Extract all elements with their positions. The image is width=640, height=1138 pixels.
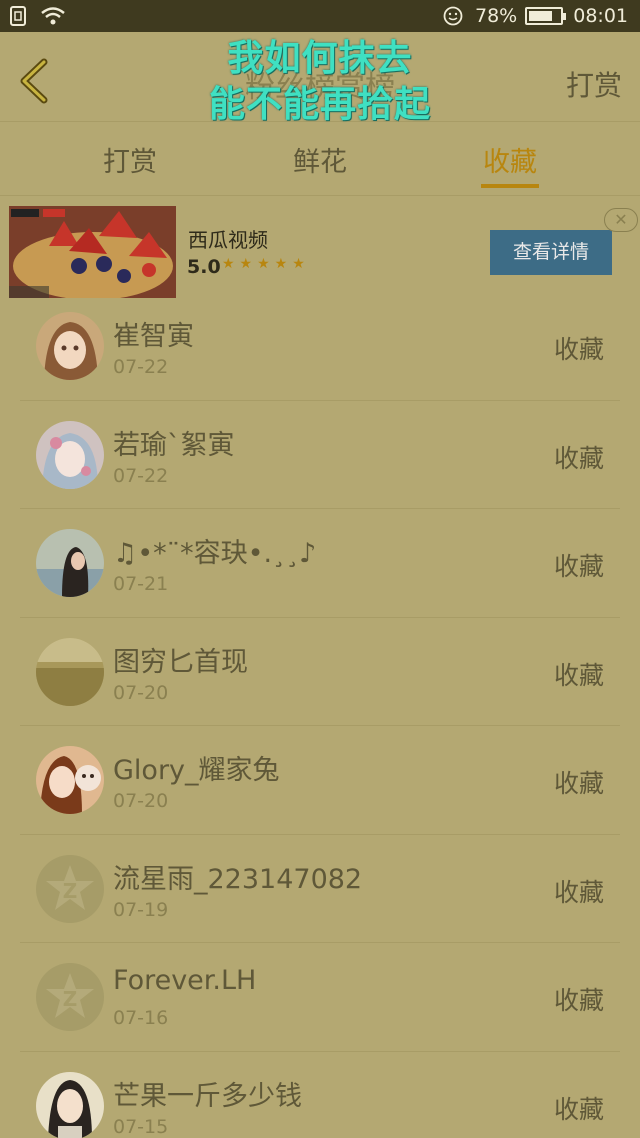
favorite-label: 收藏 xyxy=(553,769,604,798)
smiley-icon xyxy=(443,6,463,26)
battery-percent: 78% xyxy=(475,5,518,27)
list-item[interactable]: Z Forever.LH 07-16 收藏 xyxy=(20,943,620,1052)
default-avatar-icon: Z xyxy=(36,854,104,923)
user-name: 流星雨_223147082 xyxy=(113,863,363,895)
favorite-date: 07-21 xyxy=(113,573,169,595)
lyric-line-1: 我如何抹去 xyxy=(227,38,413,79)
tab-favorites[interactable]: 收藏 xyxy=(450,140,570,179)
user-name: 图穷匕首现 xyxy=(113,646,248,678)
favorites-list: 崔智寅 07-22 收藏 若瑜`絮寅 07-22 收藏 ♫•*¨*容玦•.¸¸♪… xyxy=(0,292,640,1138)
avatar xyxy=(36,529,104,597)
status-left xyxy=(10,6,66,26)
user-name: Glory_耀家兔 xyxy=(113,755,280,786)
tab-flowers[interactable]: 鲜花 xyxy=(260,140,380,179)
battery-icon xyxy=(525,7,567,25)
sim-icon xyxy=(10,6,26,26)
ad-title: 西瓜视频 xyxy=(188,228,268,252)
avatar xyxy=(36,1071,104,1138)
favorite-label: 收藏 xyxy=(553,1094,604,1124)
favorite-date: 07-19 xyxy=(113,898,169,921)
list-item[interactable]: 若瑜`絮寅 07-22 收藏 xyxy=(20,401,620,509)
favorite-date: 07-20 xyxy=(113,790,169,812)
ad-rating: 5.0 xyxy=(187,256,221,278)
user-name: Forever.LH xyxy=(113,965,257,996)
user-name: 芒果一斤多少钱 xyxy=(113,1080,302,1112)
tab-bar: 打赏 鲜花 收藏 xyxy=(0,122,640,196)
favorite-date: 07-20 xyxy=(113,681,169,704)
ad-details-button[interactable]: 查看详情 xyxy=(490,230,612,275)
wifi-icon xyxy=(41,7,65,25)
avatar xyxy=(36,420,104,489)
default-avatar-icon: Z xyxy=(36,963,104,1031)
favorite-label: 收藏 xyxy=(553,877,604,907)
status-bar: 78% 08:01 xyxy=(0,0,640,32)
ad-banner[interactable]: 西瓜视频 5.0 ★★★★★ 查看详情 ✕ xyxy=(0,196,640,302)
svg-text:Z: Z xyxy=(63,879,78,903)
clock: 08:01 xyxy=(573,5,628,27)
list-item[interactable]: 图穷匕首现 07-20 收藏 xyxy=(20,618,620,726)
list-item[interactable]: ♫•*¨*容玦•.¸¸♪ 07-21 收藏 xyxy=(20,509,620,618)
user-name: 崔智寅 xyxy=(113,321,194,352)
tab-reward[interactable]: 打赏 xyxy=(70,140,190,179)
battery-fill xyxy=(529,11,553,21)
favorite-date: 07-22 xyxy=(113,464,169,487)
favorite-label: 收藏 xyxy=(553,335,604,364)
lyric-overlay: 我如何抹去 能不能再拾起 xyxy=(0,36,640,128)
favorite-date: 07-15 xyxy=(113,1115,169,1138)
list-item[interactable]: Z 流星雨_223147082 07-19 收藏 xyxy=(20,835,620,943)
favorite-label: 收藏 xyxy=(553,552,604,581)
list-item[interactable]: 崔智寅 07-22 收藏 xyxy=(20,292,620,401)
user-name: 若瑜`絮寅 xyxy=(113,429,235,461)
favorite-label: 收藏 xyxy=(553,443,604,473)
favorite-date: 07-16 xyxy=(113,1007,169,1029)
top-bar: 粉丝榜赏榜 打赏 我如何抹去 能不能再拾起 xyxy=(0,32,640,125)
active-tab-indicator xyxy=(481,184,539,188)
list-item[interactable]: 芒果一斤多少钱 07-15 收藏 xyxy=(20,1052,620,1138)
list-item[interactable]: Glory_耀家兔 07-20 收藏 xyxy=(20,726,620,835)
avatar xyxy=(36,312,104,380)
favorite-date: 07-22 xyxy=(113,356,169,378)
ad-thumbnail xyxy=(9,206,176,298)
user-name: ♫•*¨*容玦•.¸¸♪ xyxy=(113,538,317,569)
ad-close-icon[interactable]: ✕ xyxy=(604,208,638,232)
favorite-label: 收藏 xyxy=(553,660,604,690)
status-right: 78% 08:01 xyxy=(443,0,628,32)
avatar xyxy=(36,746,104,814)
svg-text:Z: Z xyxy=(63,987,78,1011)
favorite-label: 收藏 xyxy=(553,986,604,1015)
avatar xyxy=(36,637,104,706)
rating-stars: ★★★★★ xyxy=(222,256,310,272)
